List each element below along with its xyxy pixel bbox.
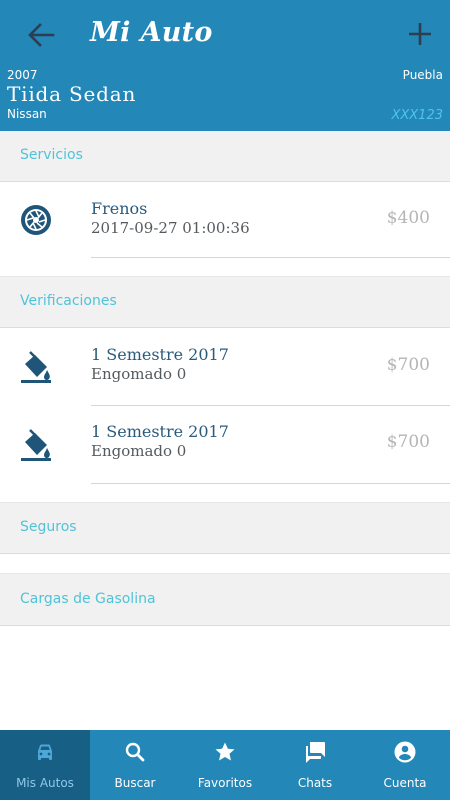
car-city: Puebla — [402, 68, 443, 82]
item-title: 1 Semestre 2017 — [91, 422, 229, 441]
list-item-verificacion[interactable]: 1 Semestre 2017 Engomado 0 $700 — [0, 406, 450, 484]
car-icon — [38, 744, 52, 760]
page-title: Mi Auto — [90, 17, 213, 48]
paint-bucket-icon — [21, 429, 51, 461]
item-date: 2017-09-27 01:00:36 — [91, 219, 250, 237]
car-year: 2007 — [7, 68, 38, 82]
arrow-left-icon — [28, 23, 55, 47]
section-header-seguros[interactable]: Seguros — [0, 502, 450, 554]
back-button[interactable] — [26, 22, 56, 48]
plus-icon — [409, 23, 431, 45]
car-plate: XXX123 — [391, 108, 443, 123]
search-icon — [125, 742, 145, 762]
paint-bucket-icon — [21, 351, 51, 383]
nav-mis-autos[interactable]: Mis Autos — [0, 730, 90, 800]
section-header-servicios[interactable]: Servicios — [0, 131, 450, 182]
section-title: Servicios — [20, 147, 83, 163]
nav-label: Cuenta — [383, 776, 427, 790]
account-icon — [394, 741, 416, 763]
item-price: $700 — [386, 355, 430, 375]
section-title: Cargas de Gasolina — [20, 591, 156, 607]
star-icon — [215, 742, 235, 761]
item-title: 1 Semestre 2017 — [91, 345, 229, 364]
item-price: $700 — [386, 432, 430, 452]
section-header-verificaciones[interactable]: Verificaciones — [0, 276, 450, 328]
bottom-navigation: Mis Autos Buscar Favoritos Chats Cuenta — [0, 730, 450, 800]
list-item-verificacion[interactable]: 1 Semestre 2017 Engomado 0 $700 — [0, 328, 450, 406]
app-header: Mi Auto 2007 Tiida Sedan Nissan Puebla X… — [0, 0, 450, 131]
brake-disc-icon — [21, 205, 51, 235]
item-subtitle: Engomado 0 — [91, 365, 187, 383]
item-title: Frenos — [91, 199, 148, 218]
item-price: $400 — [386, 208, 430, 228]
divider — [91, 257, 450, 258]
nav-buscar[interactable]: Buscar — [90, 730, 180, 800]
car-make: Nissan — [7, 107, 47, 121]
nav-cuenta[interactable]: Cuenta — [360, 730, 450, 800]
divider — [91, 483, 450, 484]
car-model: Tiida Sedan — [7, 82, 137, 106]
nav-label: Favoritos — [197, 776, 253, 790]
add-button[interactable] — [406, 20, 434, 48]
section-title: Verificaciones — [20, 293, 117, 309]
chat-icon — [306, 742, 325, 763]
section-title: Seguros — [20, 519, 77, 535]
nav-favoritos[interactable]: Favoritos — [180, 730, 270, 800]
nav-label: Buscar — [114, 776, 156, 790]
nav-label: Chats — [297, 776, 333, 790]
section-header-gasolina[interactable]: Cargas de Gasolina — [0, 573, 450, 626]
item-subtitle: Engomado 0 — [91, 442, 187, 460]
nav-chats[interactable]: Chats — [270, 730, 360, 800]
list-item-servicio[interactable]: Frenos 2017-09-27 01:00:36 $400 — [0, 182, 450, 258]
nav-label: Mis Autos — [16, 776, 74, 790]
